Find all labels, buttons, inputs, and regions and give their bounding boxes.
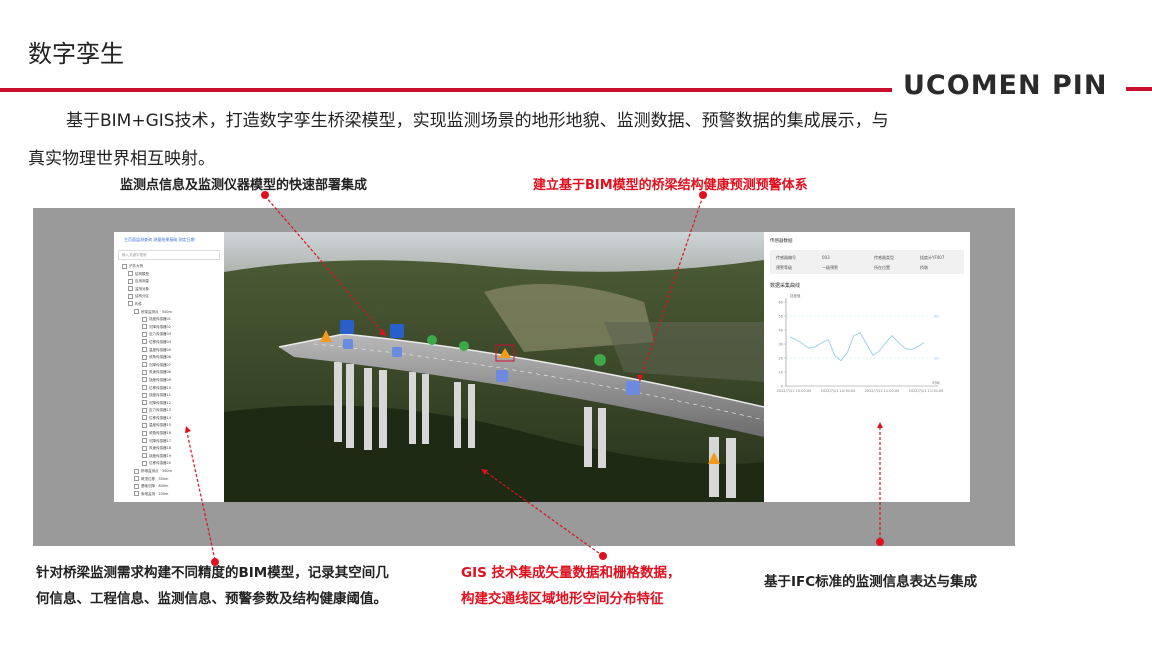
callout-gis-line2: 构建交通线区域地形空间分布特征 [461, 591, 664, 607]
callout-gis-line1: GIS 技术集成矢量数据和栅格数据， [461, 565, 681, 581]
callout-ifc: 基于IFC标准的监测信息表达与集成 [764, 574, 978, 590]
callout-bim-model: 针对桥梁监测需求构建不同精度的BIM模型，记录其空间几 何信息、工程信息、监测信… [36, 560, 389, 612]
callout-bim-model-line2: 何信息、工程信息、监测信息、预警参数及结构健康阈值。 [36, 591, 387, 607]
callout-bim-model-line1: 针对桥梁监测需求构建不同精度的BIM模型，记录其空间几 [36, 565, 389, 581]
callout-gis: GIS 技术集成矢量数据和栅格数据， 构建交通线区域地形空间分布特征 [461, 560, 681, 612]
callout-connectors [185, 191, 884, 566]
